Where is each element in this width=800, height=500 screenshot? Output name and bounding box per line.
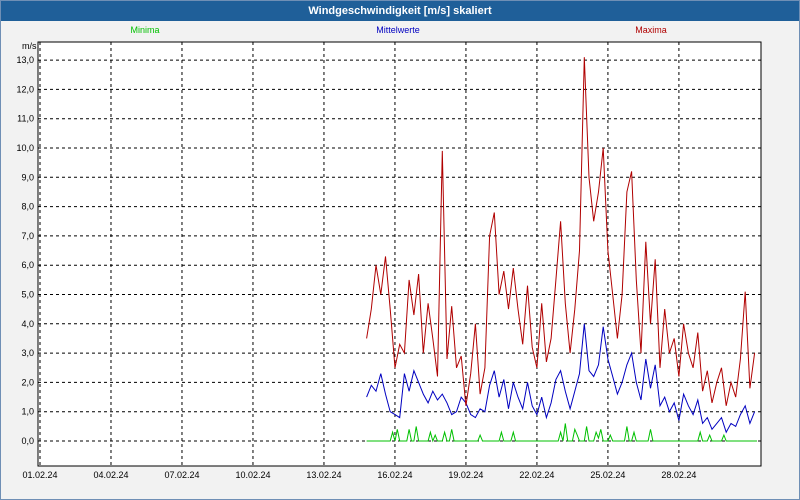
y-axis-ticks: 0,0 1,0 2,0 3,0 4,0 5,0 6,0 7,0 8,0 9,0 10,0 11,0 12… <box>16 55 34 446</box>
legend: Minima Mittelwerte Maxima <box>130 25 666 35</box>
y-tick-label: 10,0 <box>16 143 34 153</box>
y-tick-label: 12,0 <box>16 84 34 94</box>
y-tick-label: 3,0 <box>21 348 34 358</box>
y-tick-label: 5,0 <box>21 290 34 300</box>
y-tick-label: 13,0 <box>16 55 34 65</box>
y-tick-label: 6,0 <box>21 260 34 270</box>
legend-entry-minima: Minima <box>130 25 159 35</box>
x-tick-label: 25.02.24 <box>590 470 625 480</box>
y-tick-label: 4,0 <box>21 319 34 329</box>
y-tick-label: 1,0 <box>21 407 34 417</box>
x-tick-label: 04.02.24 <box>93 470 128 480</box>
y-tick-label: 9,0 <box>21 172 34 182</box>
y-tick-label: 11,0 <box>17 114 34 124</box>
legend-entry-mittelwerte: Mittelwerte <box>376 25 420 35</box>
y-tick-label: 7,0 <box>21 231 34 241</box>
x-tick-label: 13.02.24 <box>306 470 341 480</box>
x-tick-label: 07.02.24 <box>164 470 199 480</box>
x-tick-label: 22.02.24 <box>519 470 554 480</box>
x-tick-label: 19.02.24 <box>448 470 483 480</box>
x-axis-ticks: 01.02.24 04.02.24 07.02.24 10.02.24 13.02.24… <box>22 470 696 480</box>
y-tick-label: 8,0 <box>21 202 34 212</box>
plot-area <box>37 41 762 467</box>
x-tick-label: 28.02.24 <box>661 470 696 480</box>
x-tick-label: 16.02.24 <box>377 470 412 480</box>
wind-speed-chart: 0,0 1,0 2,0 3,0 4,0 5,0 6,0 7,0 8,0 9,0 10,0 11,0 12… <box>16 25 762 480</box>
y-tick-label: 2,0 <box>21 377 34 387</box>
y-tick-label: 0,0 <box>21 436 34 446</box>
x-tick-label: 10.02.24 <box>235 470 270 480</box>
legend-entry-maxima: Maxima <box>635 25 667 35</box>
x-tick-label: 01.02.24 <box>22 470 57 480</box>
y-axis-unit-label: m/s <box>22 41 37 51</box>
